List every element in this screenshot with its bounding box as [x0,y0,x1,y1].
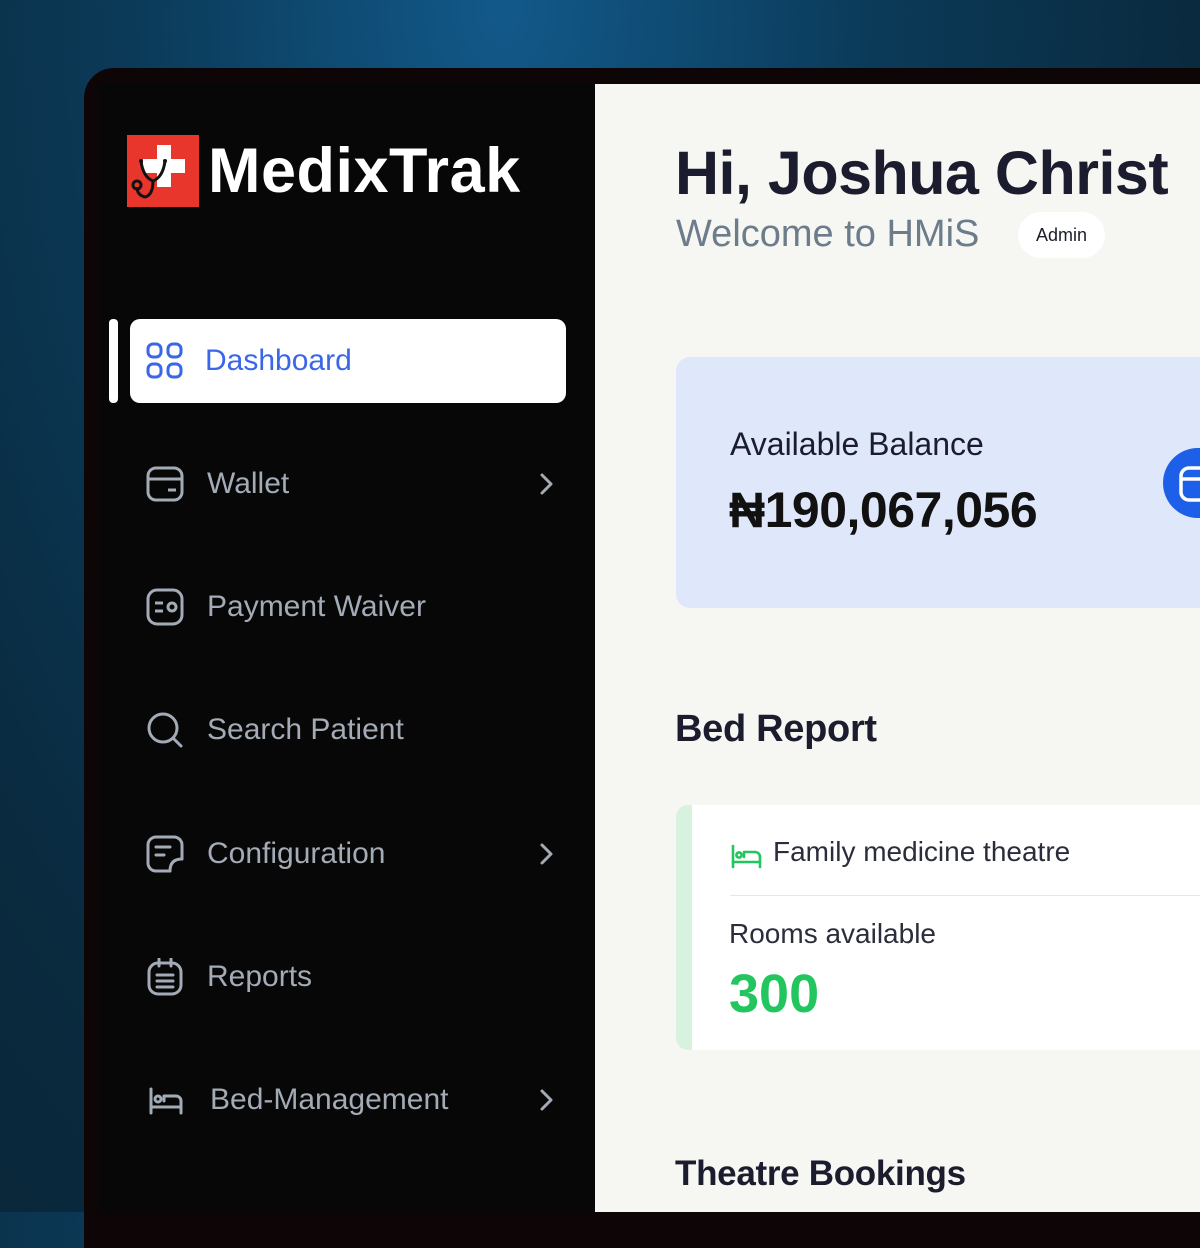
wallet-icon [1179,466,1200,502]
bed-report-card: Family medicine theatre Rooms available … [676,805,1200,1050]
logo-icon [127,135,199,207]
sidebar-item-label: Bed-Management [210,1083,449,1116]
page-title: Hi, Joshua Christ [675,139,1169,207]
waiver-icon [146,588,184,626]
chevron-right-icon [540,473,553,495]
sidebar-item-configuration[interactable]: Configuration [130,812,566,896]
sidebar-item-label: Wallet [207,467,290,500]
sidebar-item-search-patient[interactable]: Search Patient [130,688,566,772]
search-icon [147,712,183,748]
sidebar-item-label: Dashboard [205,344,352,377]
logo-text: MedixTrak [208,136,521,206]
balance-card: Available Balance ₦190,067,056 [676,357,1200,608]
rooms-available-value: 300 [729,964,820,1024]
wallet-icon [146,466,184,502]
config-icon [146,835,184,873]
wallet-action-button[interactable] [1163,448,1200,518]
sidebar-item-label: Reports [207,960,313,993]
main-content: Hi, Joshua Christ Welcome to HMiS Admin … [595,84,1200,1212]
card-accent [676,805,692,1050]
bed-icon [731,844,762,869]
active-indicator [109,319,118,403]
theatre-bookings-title: Theatre Bookings [675,1154,966,1193]
balance-value: ₦190,067,056 [729,482,1038,538]
welcome-text: Welcome to HMiS [676,213,980,255]
balance-label: Available Balance [730,426,984,462]
sidebar-item-label: Payment Waiver [207,590,426,623]
sidebar: MedixTrak Dashboard Wallet Payment Waive… [98,84,595,1214]
divider [730,895,1200,896]
grid-icon [146,342,183,379]
bed-icon [149,1087,183,1115]
sidebar-item-label: Configuration [207,837,386,870]
sidebar-item-payment-waiver[interactable]: Payment Waiver [130,565,566,649]
sidebar-item-reports[interactable]: Reports [130,935,566,1019]
bed-report-title: Bed Report [675,708,877,750]
rooms-available-label: Rooms available [729,918,936,949]
sidebar-item-label: Search Patient [207,713,404,746]
sidebar-item-bed-management[interactable]: Bed-Management [130,1058,566,1142]
chevron-right-icon [540,843,553,865]
chevron-right-icon [540,1089,553,1111]
clipboard-icon [147,958,183,996]
bed-ward-name: Family medicine theatre [773,836,1071,867]
sidebar-item-wallet[interactable]: Wallet [130,442,566,526]
sidebar-item-dashboard[interactable]: Dashboard [130,319,566,403]
role-badge: Admin [1018,212,1105,258]
